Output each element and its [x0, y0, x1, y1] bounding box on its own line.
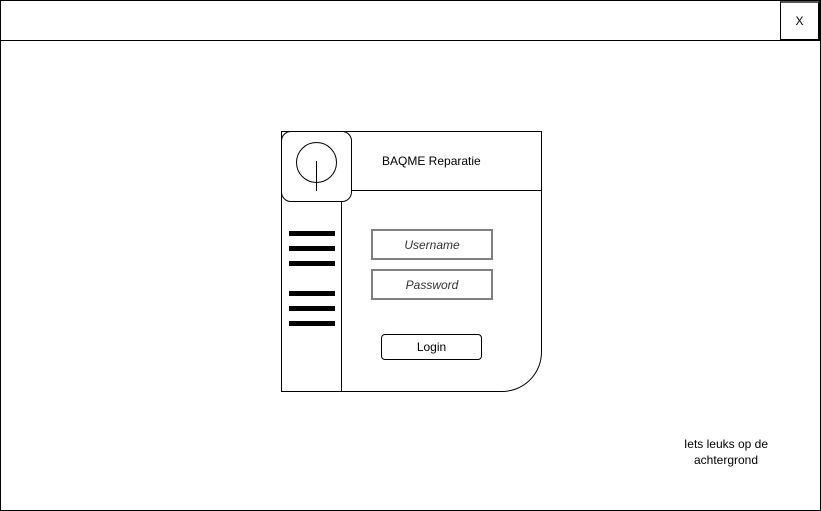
- password-input[interactable]: [371, 269, 493, 300]
- menu-bar-icon[interactable]: [289, 261, 335, 266]
- username-input[interactable]: [371, 229, 493, 260]
- background-note-line2: achtergrond: [693, 453, 759, 467]
- app-window: X BAQME Reparatie Login Iets leuks op de…: [0, 0, 821, 511]
- logo-line-icon: [316, 161, 317, 191]
- logo: [281, 131, 352, 202]
- menu-bar-icon[interactable]: [289, 321, 335, 326]
- menu-bar-icon[interactable]: [289, 291, 335, 296]
- menu-bar-icon[interactable]: [289, 231, 335, 236]
- title-bar: X: [1, 1, 820, 41]
- background-note: Iets leuks op de achtergrond: [666, 436, 786, 468]
- close-button[interactable]: X: [780, 1, 820, 41]
- panel-title: BAQME Reparatie: [382, 154, 481, 168]
- sidebar: [282, 191, 342, 391]
- login-panel: BAQME Reparatie Login: [281, 131, 542, 392]
- menu-bar-icon[interactable]: [289, 306, 335, 311]
- login-button[interactable]: Login: [381, 334, 482, 360]
- menu-bar-icon[interactable]: [289, 246, 335, 251]
- background-note-line1: Iets leuks op de: [683, 437, 769, 451]
